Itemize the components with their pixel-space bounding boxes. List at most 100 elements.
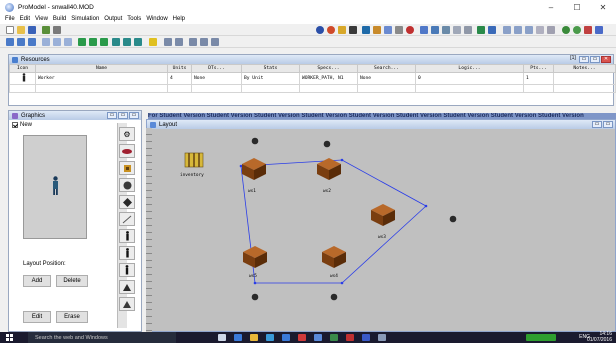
menu-simulation[interactable]: Simulation xyxy=(71,16,99,22)
measure-icon[interactable] xyxy=(547,26,555,34)
resource-notes-cell[interactable] xyxy=(553,72,616,85)
arrays-icon[interactable] xyxy=(100,38,108,46)
workstation-ws5[interactable] xyxy=(243,246,267,268)
resource-specs-cell[interactable]: WORKER_PATH, N1 xyxy=(299,72,358,85)
store-icon[interactable] xyxy=(266,334,274,341)
delete-button[interactable]: Delete xyxy=(56,275,88,287)
graphic-person-icon[interactable] xyxy=(119,229,135,243)
excel-icon[interactable] xyxy=(330,334,338,341)
col-notes[interactable]: Notes... xyxy=(553,64,616,73)
col-stats[interactable]: Stats xyxy=(241,64,300,73)
erase-button[interactable]: Erase xyxy=(56,311,88,323)
processing-icon[interactable] xyxy=(53,38,61,46)
layout-canvas[interactable]: inventory ws1 ws2 ws3 ws4 ws5 xyxy=(147,120,615,331)
edit-button[interactable]: Edit xyxy=(23,311,51,323)
resource-logic-cell[interactable]: 0 xyxy=(415,72,524,85)
graphic-gear-icon[interactable]: ⚙ xyxy=(119,127,135,141)
distributions-icon[interactable] xyxy=(134,38,142,46)
new-file-icon[interactable] xyxy=(6,26,14,34)
resources-minimize-button[interactable]: ▭ xyxy=(579,56,589,63)
edge-browser-icon[interactable] xyxy=(234,334,242,341)
layers-icon[interactable] xyxy=(464,26,472,34)
menu-edit[interactable]: Edit xyxy=(20,16,30,22)
graphic-triangle-icon[interactable] xyxy=(119,297,135,311)
report-icon[interactable] xyxy=(488,26,496,34)
subroutines-icon[interactable] xyxy=(123,38,131,46)
graphic-person-alt-icon[interactable] xyxy=(119,246,135,260)
locations-icon[interactable] xyxy=(6,38,14,46)
trace-icon[interactable] xyxy=(373,26,381,34)
col-logic[interactable]: Logic... xyxy=(415,64,524,73)
menu-window[interactable]: Window xyxy=(146,16,167,22)
background-graphics-icon[interactable] xyxy=(149,38,157,46)
chart-icon[interactable] xyxy=(431,26,439,34)
zoom-icon[interactable] xyxy=(395,26,403,34)
task-view-icon[interactable] xyxy=(218,334,226,341)
graphics-minimize-button[interactable]: ▭ xyxy=(107,112,117,119)
menu-view[interactable]: View xyxy=(35,16,48,22)
add-button[interactable]: Add xyxy=(23,275,51,287)
debug-icon[interactable] xyxy=(384,26,392,34)
table-row[interactable]: Worker 4 None By Unit WORKER_PATH, N1 No… xyxy=(9,72,616,85)
save-icon[interactable] xyxy=(28,26,36,34)
graphic-person-walking-icon[interactable] xyxy=(119,263,135,277)
resources-icon[interactable] xyxy=(42,38,50,46)
graphics-close-button[interactable]: ▭ xyxy=(129,112,139,119)
shifts-icon[interactable] xyxy=(164,38,172,46)
graphic-box-icon[interactable] xyxy=(119,161,135,175)
inventory-location[interactable] xyxy=(184,152,204,168)
tables-icon[interactable] xyxy=(189,38,197,46)
word-icon[interactable] xyxy=(282,334,290,341)
menu-help[interactable]: Help xyxy=(173,16,185,22)
acrobat-icon[interactable] xyxy=(346,334,354,341)
macros-icon[interactable] xyxy=(112,38,120,46)
workstation-ws1[interactable] xyxy=(242,158,266,180)
col-pts[interactable]: Pts... xyxy=(523,64,554,73)
file-explorer-icon[interactable] xyxy=(250,334,258,341)
graphic-diamond-icon[interactable] xyxy=(119,195,135,209)
arrivals-icon[interactable] xyxy=(64,38,72,46)
resource-pts-cell[interactable]: 1 xyxy=(523,72,554,85)
zoom-fit-icon[interactable] xyxy=(525,26,533,34)
maximize-button[interactable]: ☐ xyxy=(564,0,590,14)
model-icon[interactable] xyxy=(53,26,61,34)
entities-icon[interactable] xyxy=(17,38,25,46)
record-icon[interactable] xyxy=(406,26,414,34)
col-units[interactable]: Units xyxy=(167,64,192,73)
menu-file[interactable]: File xyxy=(5,16,15,22)
taskbar-search-input[interactable]: Search the web and Windows xyxy=(28,332,176,343)
resource-name-cell[interactable]: Worker xyxy=(35,72,168,85)
resource-point[interactable] xyxy=(251,293,259,301)
path-node[interactable] xyxy=(239,164,243,168)
graphics-maximize-button[interactable]: ▭ xyxy=(118,112,128,119)
variables-icon[interactable] xyxy=(78,38,86,46)
options-icon[interactable] xyxy=(349,26,357,34)
streams-icon[interactable] xyxy=(200,38,208,46)
pause-icon[interactable] xyxy=(338,26,346,34)
workstation-ws3[interactable] xyxy=(371,204,395,226)
graphic-line-icon[interactable] xyxy=(119,212,135,226)
workstation-ws4[interactable] xyxy=(322,246,346,268)
path-node[interactable] xyxy=(253,281,257,285)
run-icon[interactable] xyxy=(316,26,324,34)
stop-icon[interactable] xyxy=(327,26,335,34)
output-icon[interactable] xyxy=(477,26,485,34)
settings-icon[interactable] xyxy=(595,26,603,34)
photos-icon[interactable] xyxy=(378,334,386,341)
graph-icon[interactable] xyxy=(420,26,428,34)
col-search[interactable]: Search... xyxy=(357,64,416,73)
merge-icon[interactable] xyxy=(42,26,50,34)
menu-build[interactable]: Build xyxy=(53,16,66,22)
menu-output[interactable]: Output xyxy=(104,16,122,22)
new-checkbox-row[interactable]: New xyxy=(12,122,32,128)
globe-icon[interactable] xyxy=(562,26,570,34)
grid-icon[interactable] xyxy=(453,26,461,34)
external-files-icon[interactable] xyxy=(211,38,219,46)
zoom-out-icon[interactable] xyxy=(514,26,522,34)
resource-point[interactable] xyxy=(323,140,331,148)
worker-icon[interactable] xyxy=(9,72,36,85)
resources-close-button[interactable]: ✕ xyxy=(601,56,611,63)
powerpoint-icon[interactable] xyxy=(298,334,306,341)
attributes-icon[interactable] xyxy=(89,38,97,46)
minimize-button[interactable]: – xyxy=(538,0,564,14)
